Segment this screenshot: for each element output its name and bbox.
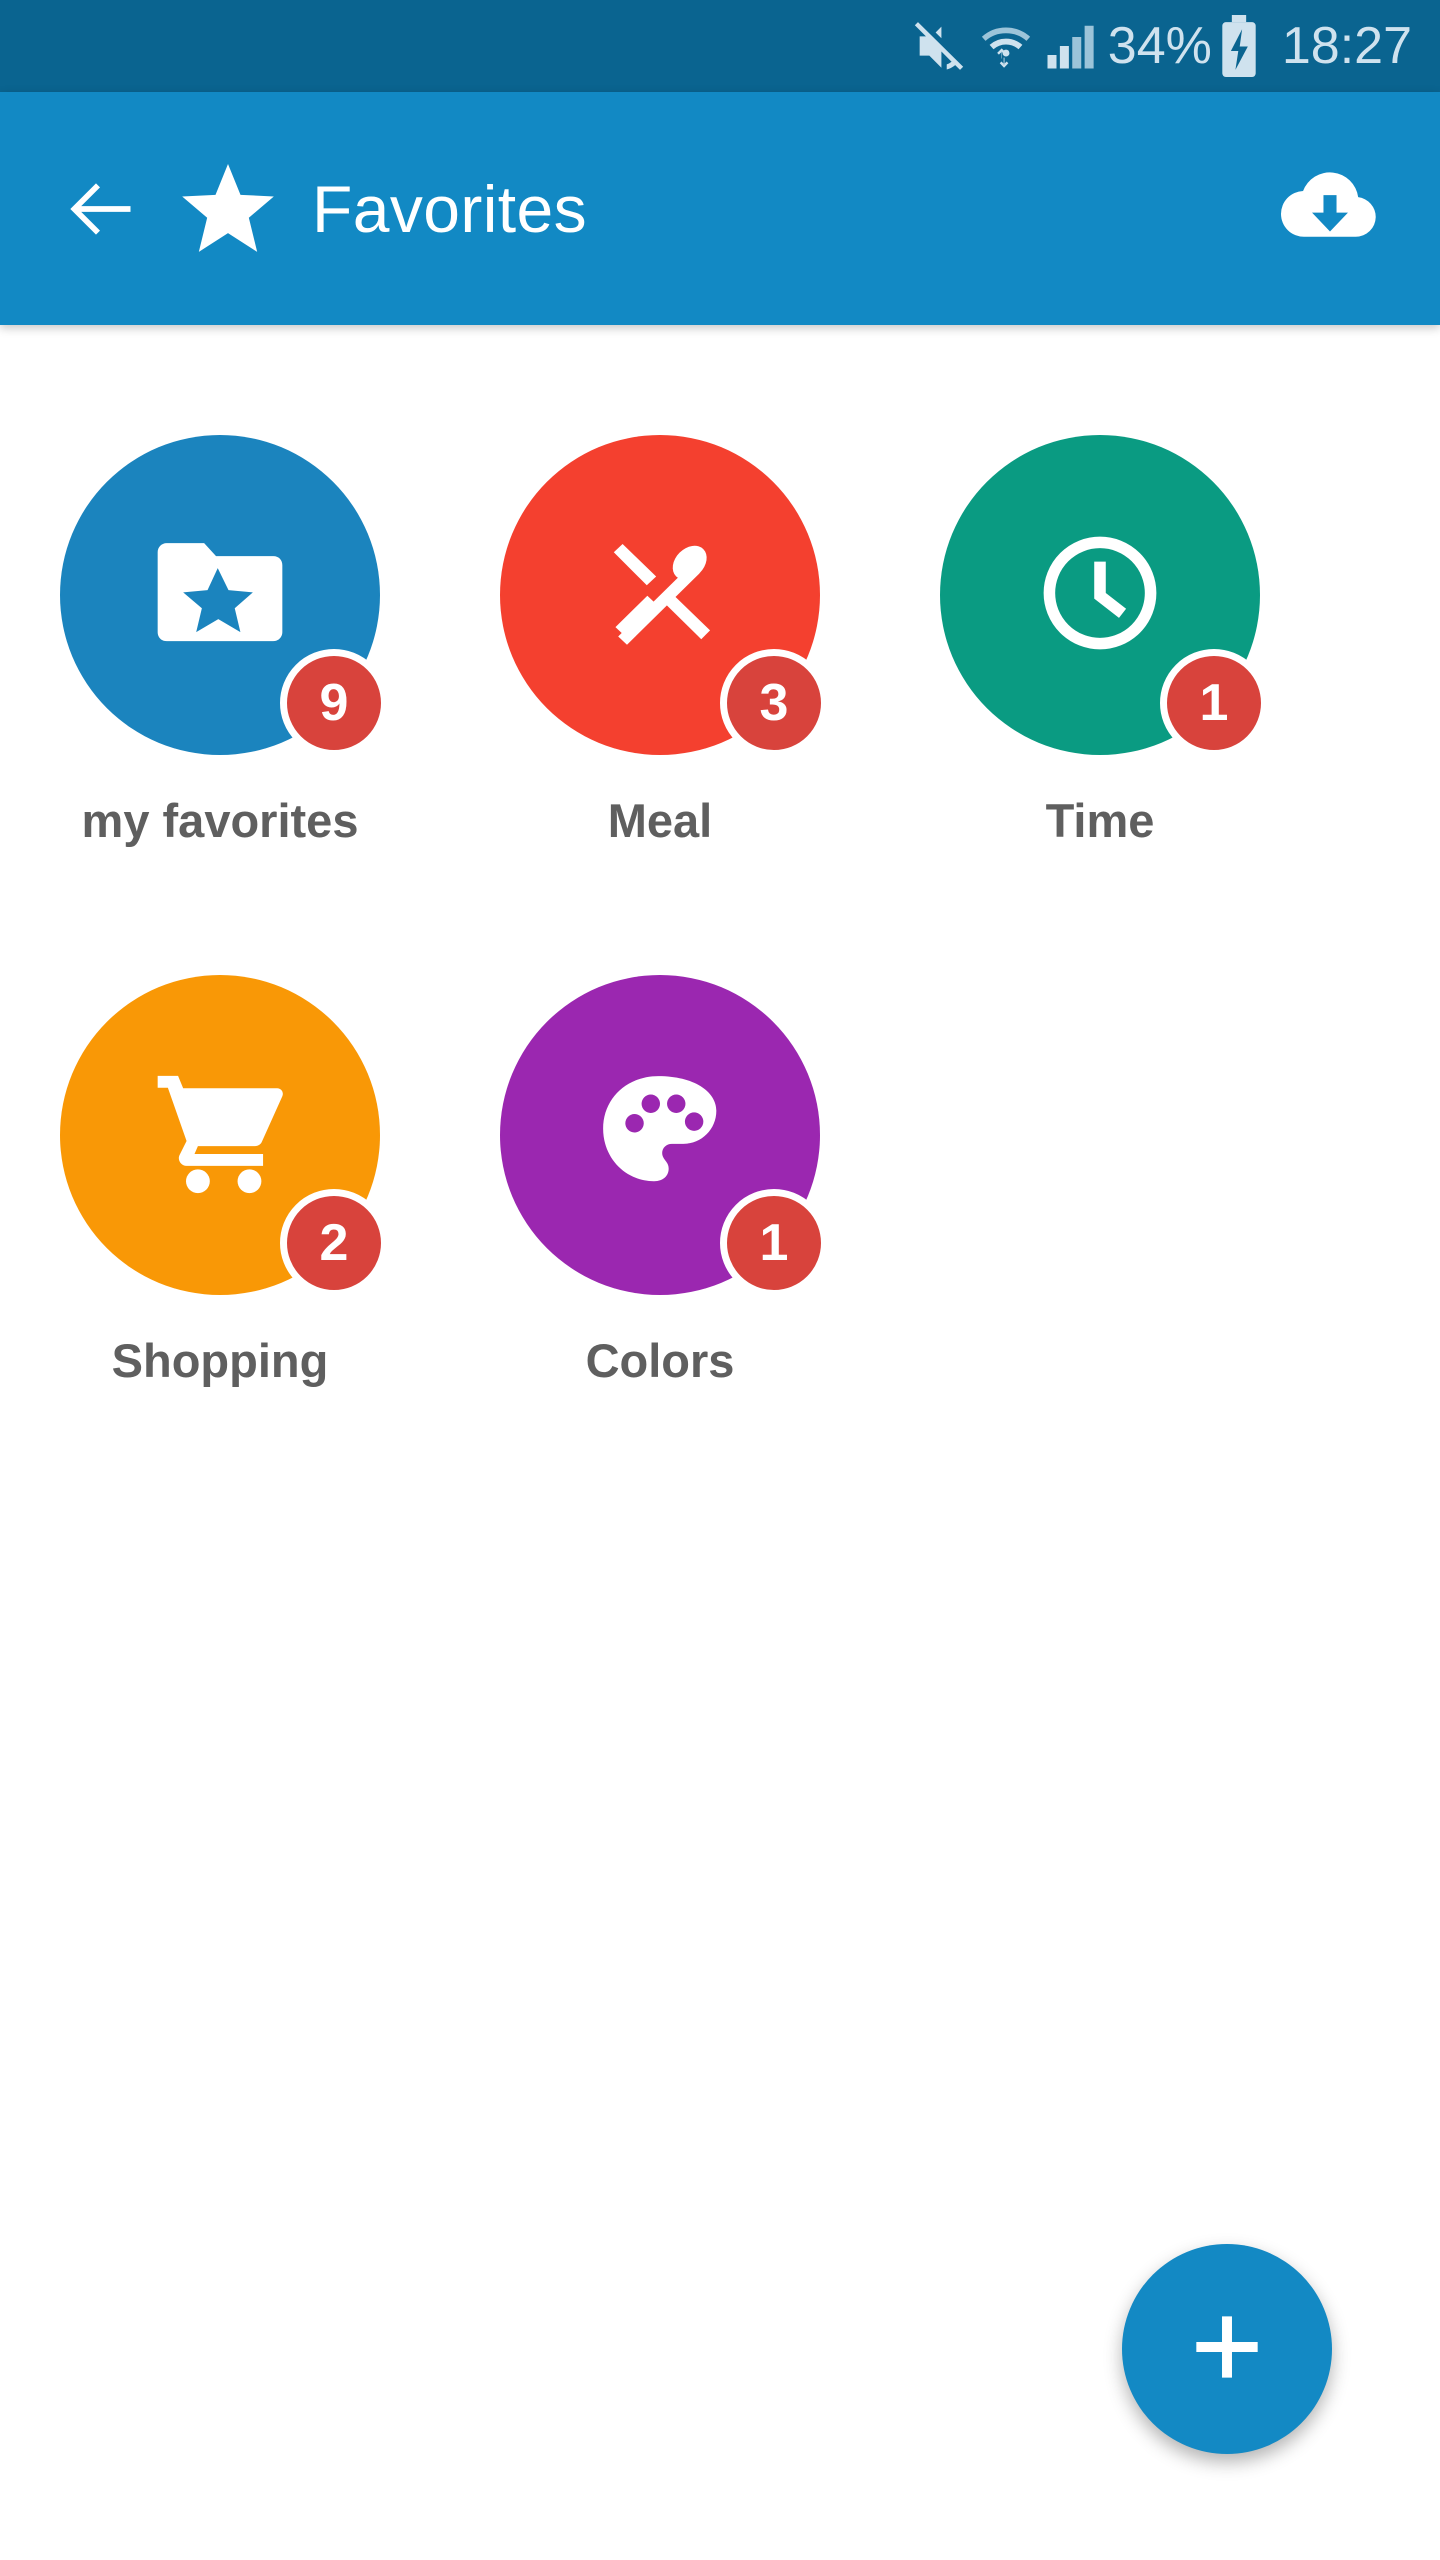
signal-icon: [1042, 16, 1098, 76]
back-arrow-icon[interactable]: [58, 166, 144, 252]
star-icon: [176, 157, 280, 261]
palette-icon: [595, 1068, 725, 1203]
wifi-icon: [976, 16, 1036, 76]
folder-star-icon: [152, 536, 288, 655]
grid-item-label: Time: [1045, 794, 1155, 847]
knife-spoon-icon: [594, 527, 726, 664]
grid-item-my-favorites[interactable]: 9 my favorites: [0, 415, 440, 955]
badge-count: 1: [720, 1189, 828, 1297]
clock-icon: [1034, 527, 1166, 664]
app-bar: Favorites: [0, 92, 1440, 325]
icon-circle-wrap: 1: [500, 975, 828, 1297]
clock-time-label: 18:27: [1281, 17, 1412, 75]
grid-item-label: Shopping: [111, 1334, 329, 1387]
badge-count: 2: [280, 1189, 388, 1297]
grid-item-shopping[interactable]: 2 Shopping: [0, 955, 440, 1495]
icon-circle-wrap: 2: [60, 975, 388, 1297]
mute-icon: [908, 16, 970, 76]
badge-count: 9: [280, 649, 388, 757]
shopping-cart-icon: [152, 1070, 288, 1200]
icon-circle-wrap: 1: [940, 435, 1268, 757]
grid-item-colors[interactable]: 1 Colors: [440, 955, 880, 1495]
add-button[interactable]: [1122, 2244, 1332, 2454]
grid-item-meal[interactable]: 3 Meal: [440, 415, 880, 955]
grid-item-label: Meal: [607, 794, 713, 847]
icon-circle-wrap: 9: [60, 435, 388, 757]
page-title: Favorites: [312, 171, 588, 246]
cloud-download-icon[interactable]: [1278, 157, 1382, 261]
battery-percent-label: 34%: [1107, 17, 1212, 75]
content-area: 9 my favorites 3 Meal 1 Time 2 Shopping …: [0, 325, 1440, 2560]
battery-charging-icon: [1218, 15, 1260, 77]
favorites-grid: 9 my favorites 3 Meal 1 Time 2 Shopping …: [0, 415, 1440, 1495]
grid-item-time[interactable]: 1 Time: [880, 415, 1320, 955]
status-bar: 34% 18:27: [0, 0, 1440, 92]
status-bar-icons: 34% 18:27: [908, 15, 1414, 77]
grid-item-label: Colors: [585, 1334, 735, 1387]
badge-count: 3: [720, 649, 828, 757]
icon-circle-wrap: 3: [500, 435, 828, 757]
grid-item-label: my favorites: [81, 794, 359, 847]
plus-icon: [1181, 2301, 1273, 2398]
badge-count: 1: [1160, 649, 1268, 757]
